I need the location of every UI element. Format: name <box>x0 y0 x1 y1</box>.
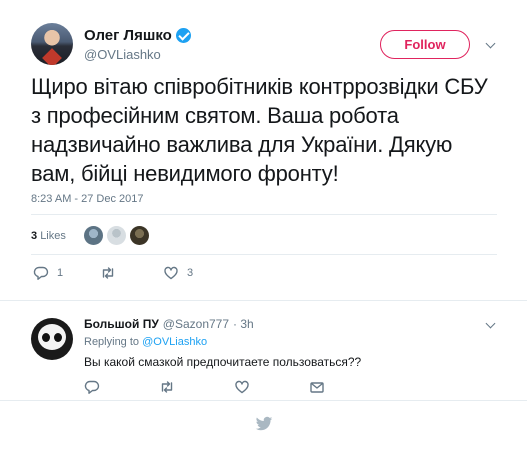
reply-author-handle[interactable]: @Sazon777 <box>163 317 229 331</box>
main-tweet: Олег Ляшко @OVLiashko Follow Щиро вітаю … <box>0 0 527 301</box>
tweet-text: Щиро вітаю співробітників контррозвідки … <box>31 74 488 186</box>
author-display-name[interactable]: Олег Ляшко <box>84 27 191 44</box>
reply-icon <box>33 266 49 280</box>
direct-message-button[interactable] <box>309 379 384 395</box>
envelope-icon <box>310 382 324 393</box>
reply-author-name[interactable]: Большой ПУ <box>84 317 159 331</box>
liker-avatar[interactable] <box>83 226 103 245</box>
reply-tweet: Большой ПУ @Sazon777 · 3h Replying to @O… <box>0 301 527 401</box>
retweet-icon <box>102 267 114 279</box>
reply-text: Вы какой смазкой предпочитаете пользоват… <box>84 355 362 369</box>
reply-count: 1 <box>57 267 64 279</box>
panda-eye <box>42 333 50 342</box>
likes-count-link[interactable]: 3 Likes <box>31 230 66 242</box>
reply-button[interactable] <box>84 379 159 395</box>
reply-time[interactable]: · 3h <box>233 317 254 331</box>
reply-actions <box>84 379 384 395</box>
twitter-bird-icon[interactable] <box>255 416 273 432</box>
replying-to-label: Replying to <box>84 336 140 348</box>
panda-eye <box>54 333 62 342</box>
author-avatar[interactable] <box>31 23 73 65</box>
follow-button[interactable]: Follow <box>380 30 470 59</box>
reply-author-avatar[interactable] <box>31 318 73 360</box>
heart-icon <box>164 266 178 280</box>
author-handle[interactable]: @OVLiashko <box>84 47 191 62</box>
like-button[interactable]: 3 <box>163 265 193 281</box>
liker-avatar[interactable] <box>129 226 149 245</box>
retweet-button[interactable] <box>100 265 163 281</box>
like-button[interactable] <box>234 379 309 395</box>
replying-to: Replying to @OVLiashko <box>84 336 207 348</box>
retweet-icon <box>161 381 173 393</box>
like-count: 3 <box>187 267 194 279</box>
likes-summary: 3 Likes <box>31 226 149 245</box>
panda-avatar-image <box>38 324 66 350</box>
author-name-text[interactable]: Олег Ляшко <box>84 27 172 44</box>
tweet-timestamp[interactable]: 8:23 AM - 27 Dec 2017 <box>31 193 144 205</box>
retweet-button[interactable] <box>159 379 234 395</box>
heart-icon <box>235 380 249 394</box>
tweet-actions: 1 3 <box>33 265 193 281</box>
chevron-down-icon[interactable] <box>486 320 496 330</box>
reply-header: Большой ПУ @Sazon777 · 3h <box>84 317 254 331</box>
divider <box>31 254 497 255</box>
divider <box>31 214 497 215</box>
chevron-down-icon[interactable] <box>486 40 496 50</box>
likes-count: 3 <box>31 229 38 242</box>
reply-button[interactable]: 1 <box>33 265 100 281</box>
reply-icon <box>84 380 100 394</box>
liker-avatar[interactable] <box>106 226 126 245</box>
likes-label: Likes <box>40 229 66 242</box>
author-info: Олег Ляшко @OVLiashko <box>84 27 191 62</box>
replying-to-mention[interactable]: @OVLiashko <box>142 336 207 348</box>
verified-badge-icon <box>175 28 191 43</box>
